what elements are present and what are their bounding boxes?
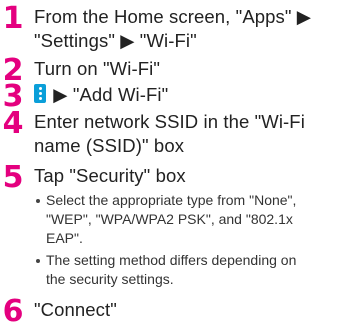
note-item: The setting method differs depending on … bbox=[34, 251, 359, 289]
step-text: From the Home screen, "Apps" ▶ "Settings… bbox=[34, 5, 359, 53]
step-text-line: name (SSID)" box bbox=[34, 135, 185, 156]
step-text-line: From the Home screen, "Apps" ▶ bbox=[34, 6, 312, 27]
note-line: Select the appropriate type from "None", bbox=[46, 192, 297, 208]
step-text: ▶ "Add Wi-Fi" bbox=[34, 83, 359, 107]
step-text-line: Turn on "Wi-Fi" bbox=[34, 58, 160, 79]
note-line: the security settings. bbox=[46, 271, 174, 287]
menu-dots-icon bbox=[34, 84, 46, 103]
step-number: 6 bbox=[2, 294, 24, 329]
step-text-line: ▶ "Add Wi-Fi" bbox=[53, 84, 169, 105]
step-5-notes: Select the appropriate type from "None",… bbox=[34, 191, 359, 289]
step-number: 5 bbox=[2, 160, 24, 195]
step-number: 4 bbox=[2, 106, 24, 141]
note-line: "WEP", "WPA/WPA2 PSK", and "802.1x bbox=[46, 211, 293, 227]
step-text: Turn on "Wi-Fi" bbox=[34, 57, 359, 81]
step-number: 1 bbox=[2, 1, 24, 36]
step-text: "Connect" bbox=[34, 298, 359, 322]
note-item: Select the appropriate type from "None",… bbox=[34, 191, 359, 248]
note-line: The setting method differs depending on bbox=[46, 252, 297, 268]
step-text-line: "Connect" bbox=[34, 299, 117, 320]
step-text: Enter network SSID in the "Wi-Fi name (S… bbox=[34, 110, 359, 158]
step-text-line: Enter network SSID in the "Wi-Fi bbox=[34, 111, 305, 132]
step-text-line: Tap "Security" box bbox=[34, 165, 186, 186]
step-text: Tap "Security" box bbox=[34, 164, 359, 188]
note-line: EAP". bbox=[46, 230, 83, 246]
instruction-steps: 1 From the Home screen, "Apps" ▶ "Settin… bbox=[0, 0, 363, 329]
step-text-line: "Settings" ▶ "Wi-Fi" bbox=[34, 30, 197, 51]
